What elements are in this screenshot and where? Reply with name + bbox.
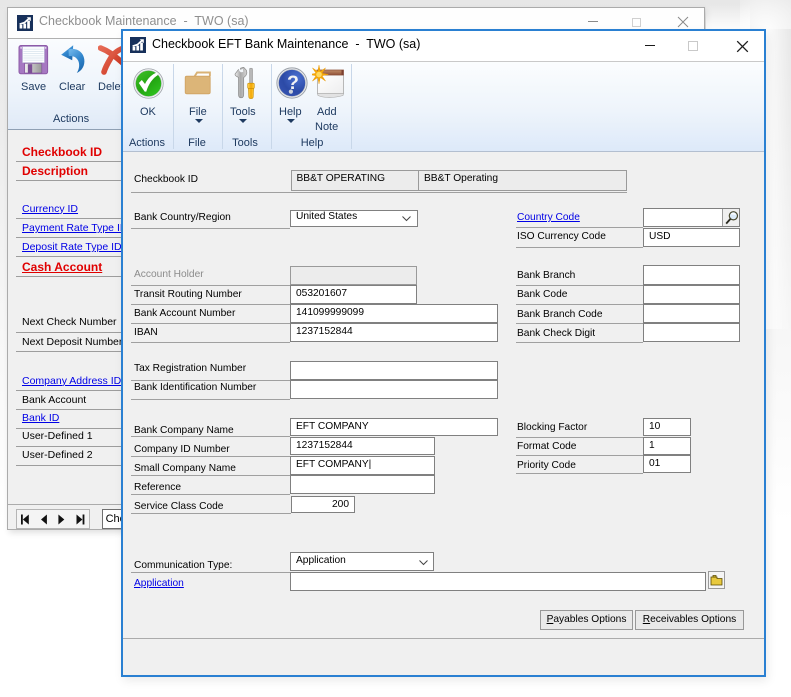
svg-text:?: ? (287, 72, 299, 94)
